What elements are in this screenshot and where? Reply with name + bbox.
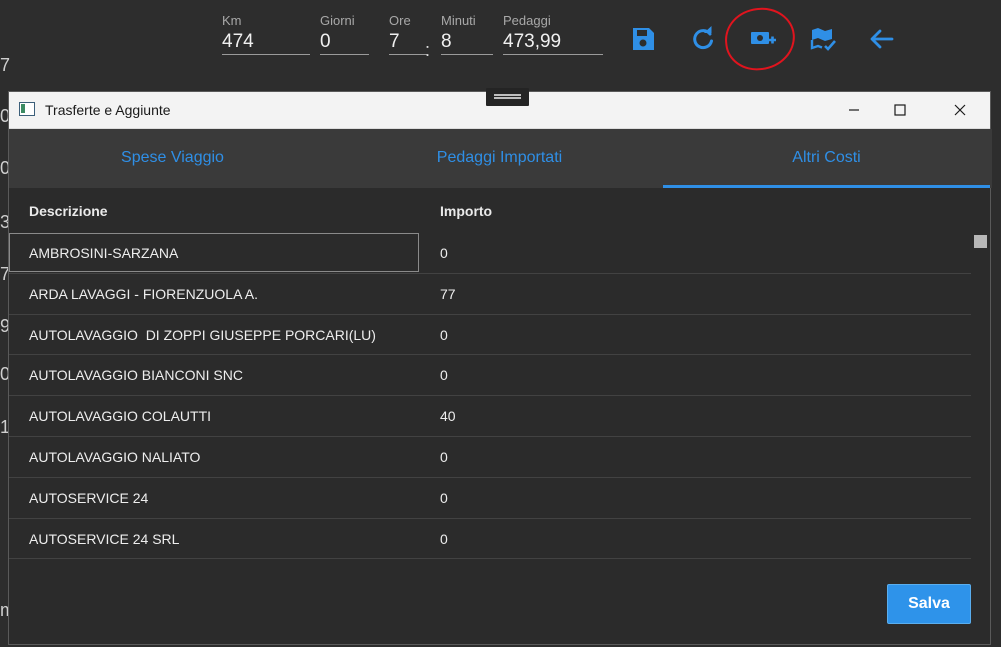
ore-field[interactable]: Ore 7 [389, 13, 427, 55]
pedaggi-field[interactable]: Pedaggi 473,99 [503, 13, 603, 55]
table-row[interactable]: ARDA LAVAGGI - FIORENZUOLA A. 77 [9, 274, 971, 315]
km-label: Km [222, 13, 242, 28]
drag-handle-icon[interactable] [486, 88, 529, 106]
table-row[interactable]: AUTOSERVICE 24 0 [9, 478, 971, 519]
tab-spese-viaggio[interactable]: Spese Viaggio [9, 129, 336, 188]
save-button[interactable]: Salva [887, 584, 971, 624]
km-field[interactable]: Km 474 [222, 13, 310, 55]
column-header-descrizione[interactable]: Descrizione [29, 203, 108, 219]
giorni-field[interactable]: Giorni 0 [320, 13, 369, 55]
ore-input[interactable]: 7 [389, 29, 427, 55]
minuti-label: Minuti [441, 13, 476, 28]
cell-descrizione[interactable]: ARDA LAVAGGI - FIORENZUOLA A. [29, 286, 258, 302]
scrollbar-thumb[interactable] [974, 235, 987, 248]
maximize-icon [894, 104, 906, 116]
refresh-icon [693, 26, 713, 50]
cell-descrizione[interactable]: AUTOLAVAGGIO BIANCONI SNC [29, 367, 243, 383]
save-icon [633, 28, 654, 50]
map-check-icon [810, 28, 836, 51]
cell-descrizione[interactable]: AUTOSERVICE 24 [29, 490, 148, 506]
tab-bar: Spese Viaggio Pedaggi Importati Altri Co… [9, 129, 992, 188]
cell-descrizione[interactable]: AUTOLAVAGGIO DI ZOPPI GIUSEPPE PORCARI(L… [29, 327, 376, 343]
cell-importo[interactable]: 0 [440, 490, 448, 506]
cell-importo[interactable]: 0 [440, 449, 448, 465]
pedaggi-input[interactable]: 473,99 [503, 29, 603, 55]
costs-table-body: AMBROSINI-SARZANA 0 ARDA LAVAGGI - FIORE… [9, 233, 971, 560]
table-row[interactable]: AUTOSERVICE 24 SRL 0 [9, 519, 971, 560]
ore-label: Ore [389, 13, 411, 28]
close-icon [954, 104, 966, 116]
dialog-title: Trasferte e Aggiunte [45, 102, 171, 118]
background-digit: 7 [0, 55, 11, 75]
giorni-input[interactable]: 0 [320, 29, 369, 55]
cell-descrizione[interactable]: AMBROSINI-SARZANA [29, 245, 178, 261]
app-window-icon [19, 102, 35, 116]
minimize-button[interactable] [831, 92, 877, 128]
refresh-button[interactable] [688, 24, 718, 54]
back-button[interactable] [867, 24, 897, 54]
cell-importo[interactable]: 0 [440, 531, 448, 547]
table-row[interactable]: AUTOLAVAGGIO DI ZOPPI GIUSEPPE PORCARI(L… [9, 315, 971, 356]
cell-importo[interactable]: 40 [440, 408, 456, 424]
dialog-titlebar[interactable]: Trasferte e Aggiunte [9, 88, 990, 129]
cell-importo[interactable]: 0 [440, 327, 448, 343]
cell-descrizione[interactable]: AUTOLAVAGGIO NALIATO [29, 449, 200, 465]
cell-importo[interactable]: 77 [440, 286, 456, 302]
table-row[interactable]: AMBROSINI-SARZANA 0 [9, 233, 971, 274]
minimize-icon [849, 109, 859, 111]
table-header: Descrizione Importo [9, 189, 992, 233]
cell-descrizione[interactable]: AUTOLAVAGGIO COLAUTTI [29, 408, 211, 424]
giorni-label: Giorni [320, 13, 355, 28]
cell-importo[interactable]: 0 [440, 367, 448, 383]
back-arrow-icon [870, 29, 894, 49]
table-row[interactable]: AUTOLAVAGGIO BIANCONI SNC 0 [9, 355, 971, 397]
close-button[interactable] [937, 92, 983, 128]
table-row[interactable]: AUTOLAVAGGIO NALIATO 0 [9, 437, 971, 478]
time-separator: : [425, 40, 431, 60]
minuti-field[interactable]: Minuti 8 [441, 13, 493, 55]
tab-altri-costi[interactable]: Altri Costi [663, 129, 990, 188]
pedaggi-label: Pedaggi [503, 13, 551, 28]
column-header-importo[interactable]: Importo [440, 203, 492, 219]
save-toolbar-button[interactable] [628, 24, 658, 54]
maximize-button[interactable] [877, 92, 923, 128]
main-toolbar: Km 474 Giorni 0 Ore 7 : Minuti 8 Pedaggi… [0, 0, 1001, 90]
table-row[interactable]: AUTOLAVAGGIO COLAUTTI 40 [9, 396, 971, 437]
minuti-input[interactable]: 8 [441, 29, 493, 55]
map-check-button[interactable] [808, 24, 838, 54]
km-input[interactable]: 474 [222, 29, 310, 55]
red-annotation-circle [721, 4, 799, 74]
tab-pedaggi-importati[interactable]: Pedaggi Importati [336, 129, 663, 188]
trasferte-dialog: Trasferte e Aggiunte Spese Viaggio Pedag… [8, 88, 992, 645]
cell-importo[interactable]: 0 [440, 245, 448, 261]
cell-descrizione[interactable]: AUTOSERVICE 24 SRL [29, 531, 179, 547]
